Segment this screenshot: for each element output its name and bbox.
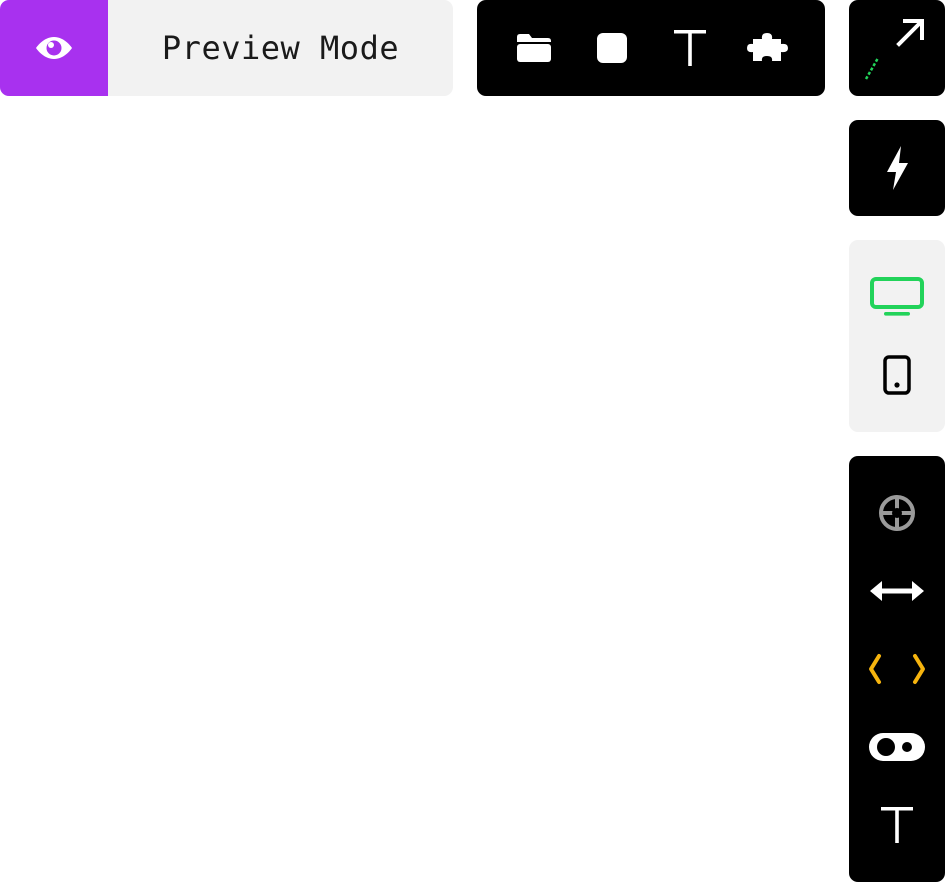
lightning-button[interactable]	[849, 120, 945, 216]
code-button[interactable]	[849, 630, 945, 708]
folder-icon	[517, 34, 551, 62]
crosshair-icon	[879, 495, 915, 531]
tools-panel	[849, 456, 945, 882]
toggle-icon	[869, 733, 925, 761]
plugins-button[interactable]	[738, 18, 798, 78]
text-button[interactable]	[660, 18, 720, 78]
preview-mode-label: Preview Mode	[161, 29, 400, 67]
text-icon	[674, 30, 706, 66]
target-button[interactable]	[849, 474, 945, 552]
text-tool-button[interactable]	[849, 786, 945, 864]
preview-toggle-button[interactable]	[0, 0, 108, 96]
arrow-up-right-icon	[864, 19, 924, 80]
horizontal-resize-icon	[870, 581, 924, 601]
toggle-button[interactable]	[849, 708, 945, 786]
eye-icon	[36, 37, 72, 59]
text-icon	[881, 807, 913, 843]
open-external-button[interactable]	[849, 0, 945, 96]
shape-button[interactable]	[582, 18, 642, 78]
square-icon	[597, 33, 627, 63]
code-brackets-icon	[869, 654, 925, 684]
device-selector	[849, 240, 945, 432]
mobile-view-button[interactable]	[849, 336, 945, 414]
preview-mode-bar: Preview Mode	[0, 0, 453, 96]
resize-horizontal-button[interactable]	[849, 552, 945, 630]
lightning-icon	[887, 146, 908, 190]
desktop-view-button[interactable]	[849, 258, 945, 336]
top-toolbar	[477, 0, 825, 96]
puzzle-icon	[747, 33, 788, 61]
folder-button[interactable]	[504, 18, 564, 78]
desktop-icon	[870, 277, 924, 316]
mobile-icon	[883, 355, 911, 395]
